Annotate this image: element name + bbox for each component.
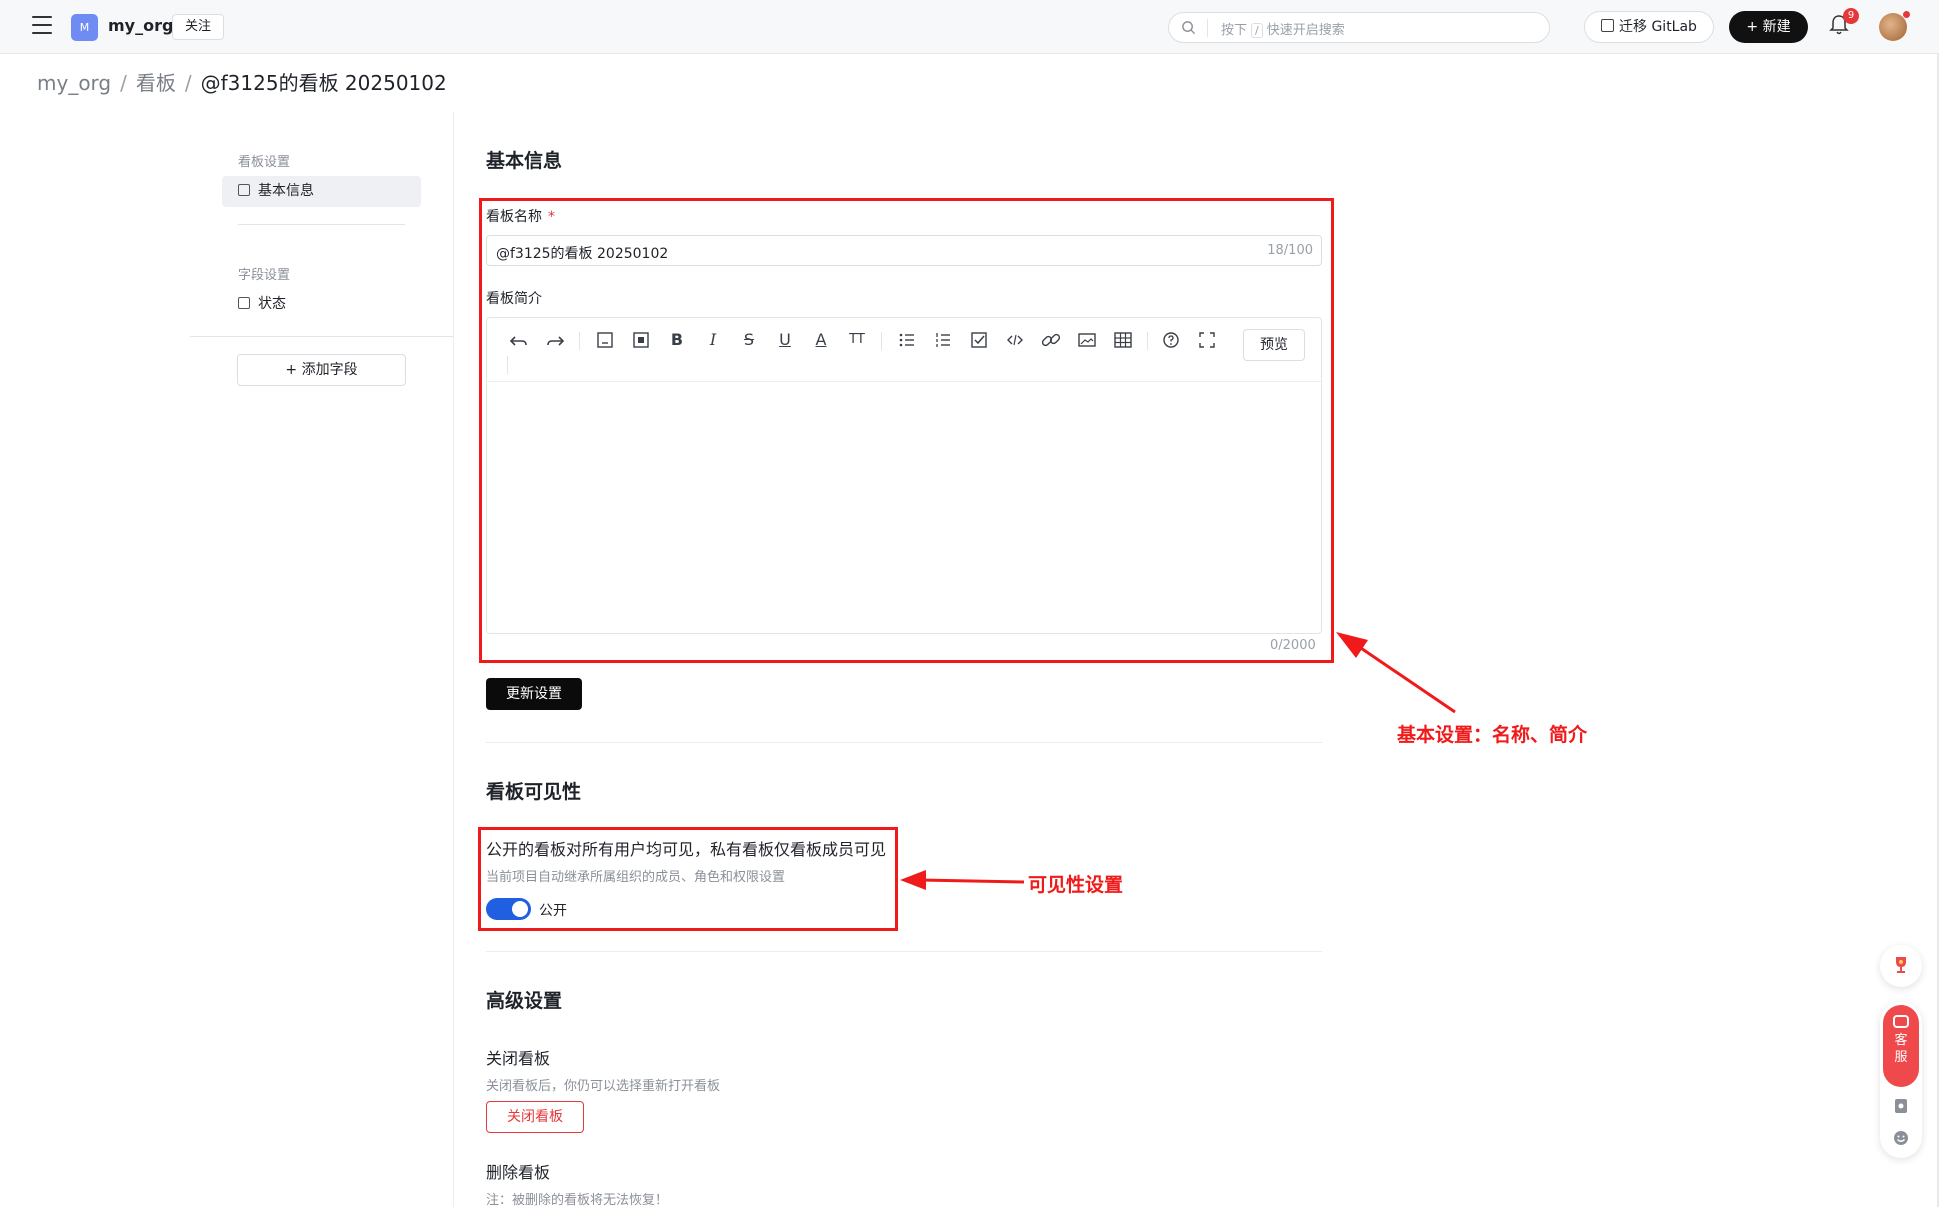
sidebar-item-status[interactable]: 状态 (222, 289, 421, 320)
search-shortcut-key: / (1251, 23, 1263, 38)
sidebar-bottom-separator (190, 336, 453, 337)
sidebar-item-basic-info[interactable]: 基本信息 (222, 176, 421, 207)
sidebar-group-field-settings: 字段设置 (238, 268, 291, 283)
user-status-dot (1903, 11, 1910, 18)
table-icon (238, 184, 250, 196)
breadcrumb-org[interactable]: my_org (37, 71, 111, 95)
search-icon (1182, 21, 1196, 35)
smiley-icon[interactable] (1893, 1130, 1909, 1146)
close-board-note: 关闭看板后，你仍可以选择重新打开看板 (486, 1079, 721, 1094)
search-placeholder: 按下 / 快速开启搜索 (1221, 23, 1345, 38)
delete-board-note: 注：被删除的看板将无法恢复！ (486, 1193, 669, 1207)
follow-button[interactable]: 关注 (172, 14, 225, 40)
top-navigation-bar: M my_org 关注 按下 / 快速开启搜索 迁移 GitLab + 新建 9 (0, 0, 1939, 54)
sidebar-divider (453, 112, 454, 1207)
section-divider (486, 951, 1322, 952)
document-icon[interactable] (1893, 1098, 1909, 1114)
trophy-icon (1896, 957, 1906, 973)
chat-icon (1893, 1015, 1909, 1028)
update-settings-button[interactable]: 更新设置 (486, 678, 582, 710)
floating-toolbar: 客 服 (1880, 1002, 1922, 1158)
breadcrumb-current: @f3125的看板 20250102 (200, 71, 447, 95)
status-icon (238, 297, 250, 309)
menu-icon[interactable] (32, 16, 52, 36)
annotation-label-visibility: 可见性设置 (1028, 874, 1124, 896)
annotation-box-visibility (478, 827, 898, 931)
sidebar-group-board-settings: 看板设置 (238, 155, 291, 170)
achievement-button[interactable] (1880, 945, 1922, 987)
notification-badge: 9 (1843, 8, 1859, 24)
close-board-button[interactable]: 关闭看板 (486, 1101, 584, 1133)
breadcrumb: my_org / 看板 / @f3125的看板 20250102 (37, 71, 447, 95)
org-avatar[interactable]: M (71, 14, 98, 41)
advanced-settings-title: 高级设置 (486, 990, 563, 1012)
org-name[interactable]: my_org (108, 16, 173, 35)
global-search-input[interactable]: 按下 / 快速开启搜索 (1168, 12, 1550, 43)
new-button[interactable]: + 新建 (1729, 11, 1808, 43)
search-divider (1207, 19, 1208, 37)
annotation-box-basic (479, 198, 1334, 663)
customer-service-button[interactable]: 客 服 (1883, 1005, 1919, 1087)
folder-import-icon (1601, 19, 1614, 32)
breadcrumb-boards[interactable]: 看板 (136, 71, 176, 95)
migrate-gitlab-button[interactable]: 迁移 GitLab (1584, 11, 1714, 43)
sidebar-separator (238, 224, 405, 225)
visibility-title: 看板可见性 (486, 781, 582, 803)
annotation-label-basic: 基本设置：名称、简介 (1397, 724, 1588, 746)
delete-board-heading: 删除看板 (486, 1163, 551, 1182)
add-field-button[interactable]: + 添加字段 (237, 354, 406, 386)
section-divider (486, 742, 1322, 743)
basic-info-title: 基本信息 (486, 150, 563, 172)
close-board-heading: 关闭看板 (486, 1049, 551, 1068)
user-avatar[interactable] (1879, 13, 1907, 41)
